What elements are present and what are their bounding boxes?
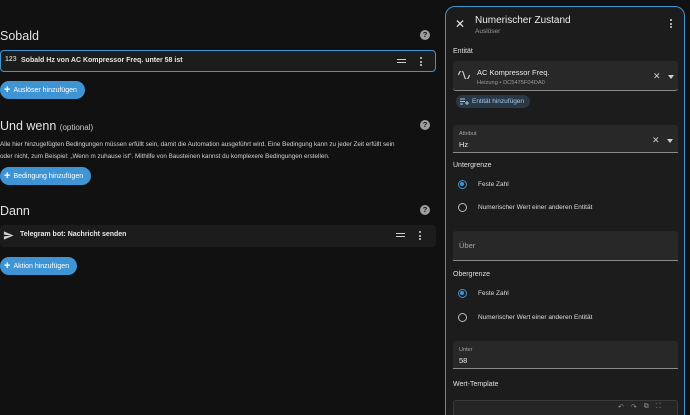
below-value: 58 (459, 356, 468, 365)
copy-icon[interactable]: ⧉ (644, 403, 649, 411)
lower-entity-value-label: Numerischer Wert einer anderen Entität (478, 203, 593, 211)
above-placeholder: Über (459, 241, 476, 250)
fullscreen-icon[interactable]: ⛶ (656, 403, 661, 411)
playlist-plus-icon (460, 98, 469, 105)
then-section-title: Dann (0, 204, 30, 218)
conditions-description-line1: Alle hier hinzugefügten Bedingungen müss… (0, 141, 395, 148)
entity-id: DC5475F04DA0 (503, 80, 545, 86)
send-icon (3, 231, 14, 240)
and-if-section-title: Und wenn (optional) (0, 119, 93, 133)
add-condition-button[interactable]: + Bedingung hinzufügen (0, 167, 92, 185)
panel-header: ✕ Numerischer Zustand Auslöser (446, 7, 684, 43)
above-input[interactable]: Über (453, 231, 678, 261)
lower-fixed-number-label: Feste Zahl (478, 180, 509, 188)
entity-picker[interactable]: AC Kompressor Freq. Heizung • DC5475F04D… (453, 61, 678, 91)
drag-handle-icon-line (396, 236, 405, 238)
clear-attribute-icon[interactable]: ✕ (652, 135, 660, 146)
undo-icon[interactable]: ↶ (618, 403, 624, 411)
numeric-icon: 123 (5, 56, 17, 63)
chevron-down-icon[interactable] (667, 139, 673, 143)
trigger-menu-icon[interactable] (420, 57, 422, 66)
radio-selected[interactable] (458, 179, 467, 189)
radio-unselected[interactable] (458, 202, 467, 212)
add-trigger-label: Auslöser hinzufügen (13, 86, 77, 94)
optional-label: (optional) (59, 123, 94, 132)
trigger-card[interactable]: 123 Sobald Hz von AC Kompressor Freq. un… (0, 50, 436, 72)
trigger-label: Sobald Hz von AC Kompressor Freq. unter … (21, 57, 183, 64)
help-icon[interactable]: ? (420, 30, 430, 40)
trigger-editor-panel: ✕ Numerischer Zustand Auslöser Entität A… (445, 6, 685, 415)
plus-icon: + (4, 83, 11, 96)
upper-fixed-number-option[interactable]: Feste Zahl (458, 287, 509, 299)
upper-entity-value-label: Numerischer Wert einer anderen Entität (478, 313, 593, 321)
when-section-title: Sobald (0, 29, 39, 43)
redo-icon[interactable]: ↷ (631, 403, 637, 411)
panel-subtitle: Auslöser (475, 28, 501, 35)
upper-limit-label: Obergrenze (453, 271, 490, 278)
add-trigger-button[interactable]: + Auslöser hinzufügen (0, 81, 85, 99)
plus-icon: + (4, 259, 11, 272)
add-entity-button[interactable]: Entität hinzufügen (456, 95, 531, 108)
below-label: Unter (459, 347, 473, 353)
entity-name: AC Kompressor Freq. (477, 68, 550, 77)
lower-entity-value-option[interactable]: Numerischer Wert einer anderen Entität (458, 201, 592, 213)
plus-icon: + (4, 169, 11, 182)
conditions-description: Alle hier hinzugefügten Bedingungen müss… (0, 139, 435, 163)
attribute-label: Attribut (459, 131, 477, 137)
entity-section-label: Entität (453, 48, 473, 55)
lower-fixed-number-option[interactable]: Feste Zahl (458, 178, 509, 190)
close-icon[interactable]: ✕ (455, 17, 465, 31)
add-action-label: Aktion hinzufügen (13, 262, 70, 270)
attribute-value: Hz (459, 140, 469, 149)
entity-area: Heizung (477, 80, 498, 86)
value-template-label: Wert-Template (453, 381, 499, 388)
entity-meta: Heizung • DC5475F04DA0 (477, 80, 545, 86)
drag-handle-icon[interactable] (396, 233, 405, 235)
lower-limit-label: Untergrenze (453, 162, 492, 169)
help-icon[interactable]: ? (420, 120, 430, 130)
upper-fixed-number-label: Feste Zahl (478, 289, 509, 297)
add-condition-label: Bedingung hinzufügen (13, 172, 84, 180)
panel-menu-icon[interactable] (670, 19, 672, 30)
drag-handle-icon[interactable] (397, 59, 406, 61)
below-input[interactable]: Unter 58 (453, 341, 678, 369)
conditions-description-line2: oder nicht, zum Beispiel: „Wenn m zuhaus… (0, 153, 330, 160)
radio-unselected[interactable] (458, 312, 467, 322)
clear-entity-icon[interactable]: ✕ (653, 71, 661, 82)
action-menu-icon[interactable] (419, 231, 421, 240)
help-icon[interactable]: ? (420, 205, 430, 215)
radio-selected[interactable] (458, 288, 467, 298)
action-label: Telegram bot: Nachricht senden (20, 231, 127, 238)
automation-editor: Sobald ? 123 Sobald Hz von AC Kompressor… (0, 0, 440, 415)
chevron-down-icon[interactable] (668, 75, 674, 79)
sine-wave-icon (458, 71, 470, 79)
editor-toolbar: ↶ ↷ ⧉ ⛶ (618, 403, 661, 411)
drag-handle-icon-line (397, 62, 406, 64)
add-entity-label: Entität hinzufügen (472, 98, 525, 105)
add-action-button[interactable]: + Aktion hinzufügen (0, 257, 78, 275)
upper-entity-value-option[interactable]: Numerischer Wert einer anderen Entität (458, 311, 592, 323)
attribute-select[interactable]: Attribut Hz ✕ (453, 125, 678, 153)
entity-separator: • (499, 80, 502, 86)
panel-title: Numerischer Zustand (475, 15, 571, 26)
and-if-title: Und wenn (0, 119, 57, 133)
action-card[interactable]: Telegram bot: Nachricht senden (0, 225, 436, 247)
